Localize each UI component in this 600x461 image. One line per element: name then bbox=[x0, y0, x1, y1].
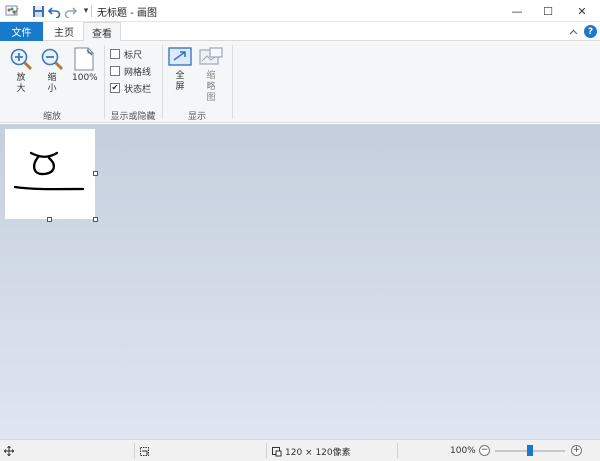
resize-handle-right[interactable] bbox=[93, 171, 98, 176]
save-icon[interactable] bbox=[30, 3, 46, 19]
status-divider bbox=[397, 443, 398, 459]
gridlines-checkbox[interactable]: 网格线 bbox=[110, 65, 152, 78]
title-bar: ▾ 无标题 - 画图 — ☐ ✕ bbox=[0, 0, 600, 22]
canvas-workspace[interactable] bbox=[0, 124, 600, 439]
zoom-in-button[interactable]: 放大 bbox=[9, 47, 33, 95]
zoom-level-text: 100% bbox=[450, 446, 476, 456]
fullscreen-button[interactable]: 全屏 bbox=[168, 47, 192, 93]
collapse-ribbon-icon[interactable] bbox=[566, 25, 580, 39]
ribbon-panel: 放大 缩小 100% 缩放 标尺 网格线 ✔ 状态栏 显示或隐藏 全屏 缩略图 … bbox=[0, 41, 600, 123]
undo-icon[interactable] bbox=[46, 3, 62, 19]
fullscreen-label: 全屏 bbox=[175, 71, 185, 92]
title-separator bbox=[91, 5, 92, 17]
drawing-canvas[interactable] bbox=[5, 129, 95, 219]
resize-handle-bottom[interactable] bbox=[47, 217, 52, 222]
help-icon[interactable]: ? bbox=[584, 25, 597, 38]
selection-size-icon bbox=[139, 444, 150, 458]
ribbon-divider bbox=[162, 45, 163, 119]
tab-home[interactable]: 主页 bbox=[46, 22, 82, 41]
actual-size-icon bbox=[74, 47, 94, 71]
redo-icon[interactable] bbox=[62, 3, 78, 19]
thumbnail-button[interactable]: 缩略图 bbox=[199, 47, 223, 104]
minimize-button[interactable]: — bbox=[501, 0, 533, 22]
canvas-size-text: 120 × 120像素 bbox=[285, 447, 351, 458]
gridlines-label: 网格线 bbox=[124, 67, 152, 78]
maximize-button[interactable]: ☐ bbox=[532, 0, 564, 22]
statusbar-checkbox-box[interactable]: ✔ bbox=[110, 83, 120, 93]
zoom-in-label: 放大 bbox=[16, 73, 26, 94]
zoom-in-icon bbox=[10, 48, 33, 71]
ribbon-divider bbox=[104, 45, 105, 119]
resize-handle-corner[interactable] bbox=[93, 217, 98, 222]
ruler-label: 标尺 bbox=[124, 50, 143, 61]
status-bar: 120 × 120像素 100% − + bbox=[0, 439, 600, 461]
paint-app-icon[interactable] bbox=[4, 3, 20, 19]
display-group-label: 显示 bbox=[187, 112, 206, 122]
zoom-in-status-button[interactable]: + bbox=[571, 445, 582, 456]
canvas-size-icon bbox=[271, 444, 282, 458]
ruler-checkbox-box[interactable] bbox=[110, 49, 120, 59]
close-button[interactable]: ✕ bbox=[566, 0, 598, 22]
zoom-group-label: 缩放 bbox=[42, 112, 61, 122]
zoom-out-status-button[interactable]: − bbox=[479, 445, 490, 456]
canvas-drawing bbox=[13, 151, 85, 191]
zoom-100-label: 100% bbox=[72, 73, 98, 83]
thumbnail-icon bbox=[199, 47, 223, 65]
gridlines-checkbox-box[interactable] bbox=[110, 66, 120, 76]
zoom-out-label: 缩小 bbox=[47, 73, 57, 94]
status-divider bbox=[134, 443, 135, 459]
thumbnail-label: 缩略图 bbox=[206, 71, 216, 103]
statusbar-checkbox[interactable]: ✔ 状态栏 bbox=[110, 82, 152, 95]
ribbon-divider bbox=[232, 45, 233, 119]
statusbar-label: 状态栏 bbox=[124, 84, 152, 95]
zoom-100-button[interactable]: 100% bbox=[72, 47, 98, 84]
cursor-position-icon bbox=[4, 444, 14, 458]
window-title: 无标题 - 画图 bbox=[97, 8, 157, 19]
ruler-checkbox[interactable]: 标尺 bbox=[110, 48, 143, 61]
ribbon-tabs: 文件 主页 查看 ? bbox=[0, 22, 600, 42]
zoom-out-icon bbox=[41, 48, 64, 71]
tab-file[interactable]: 文件 bbox=[0, 22, 43, 41]
zoom-out-button[interactable]: 缩小 bbox=[40, 47, 64, 95]
tab-view[interactable]: 查看 bbox=[83, 22, 121, 42]
status-divider bbox=[266, 443, 267, 459]
zoom-slider-thumb[interactable] bbox=[527, 445, 533, 456]
show-hide-group-label: 显示或隐藏 bbox=[110, 112, 156, 122]
fullscreen-icon bbox=[168, 47, 192, 66]
